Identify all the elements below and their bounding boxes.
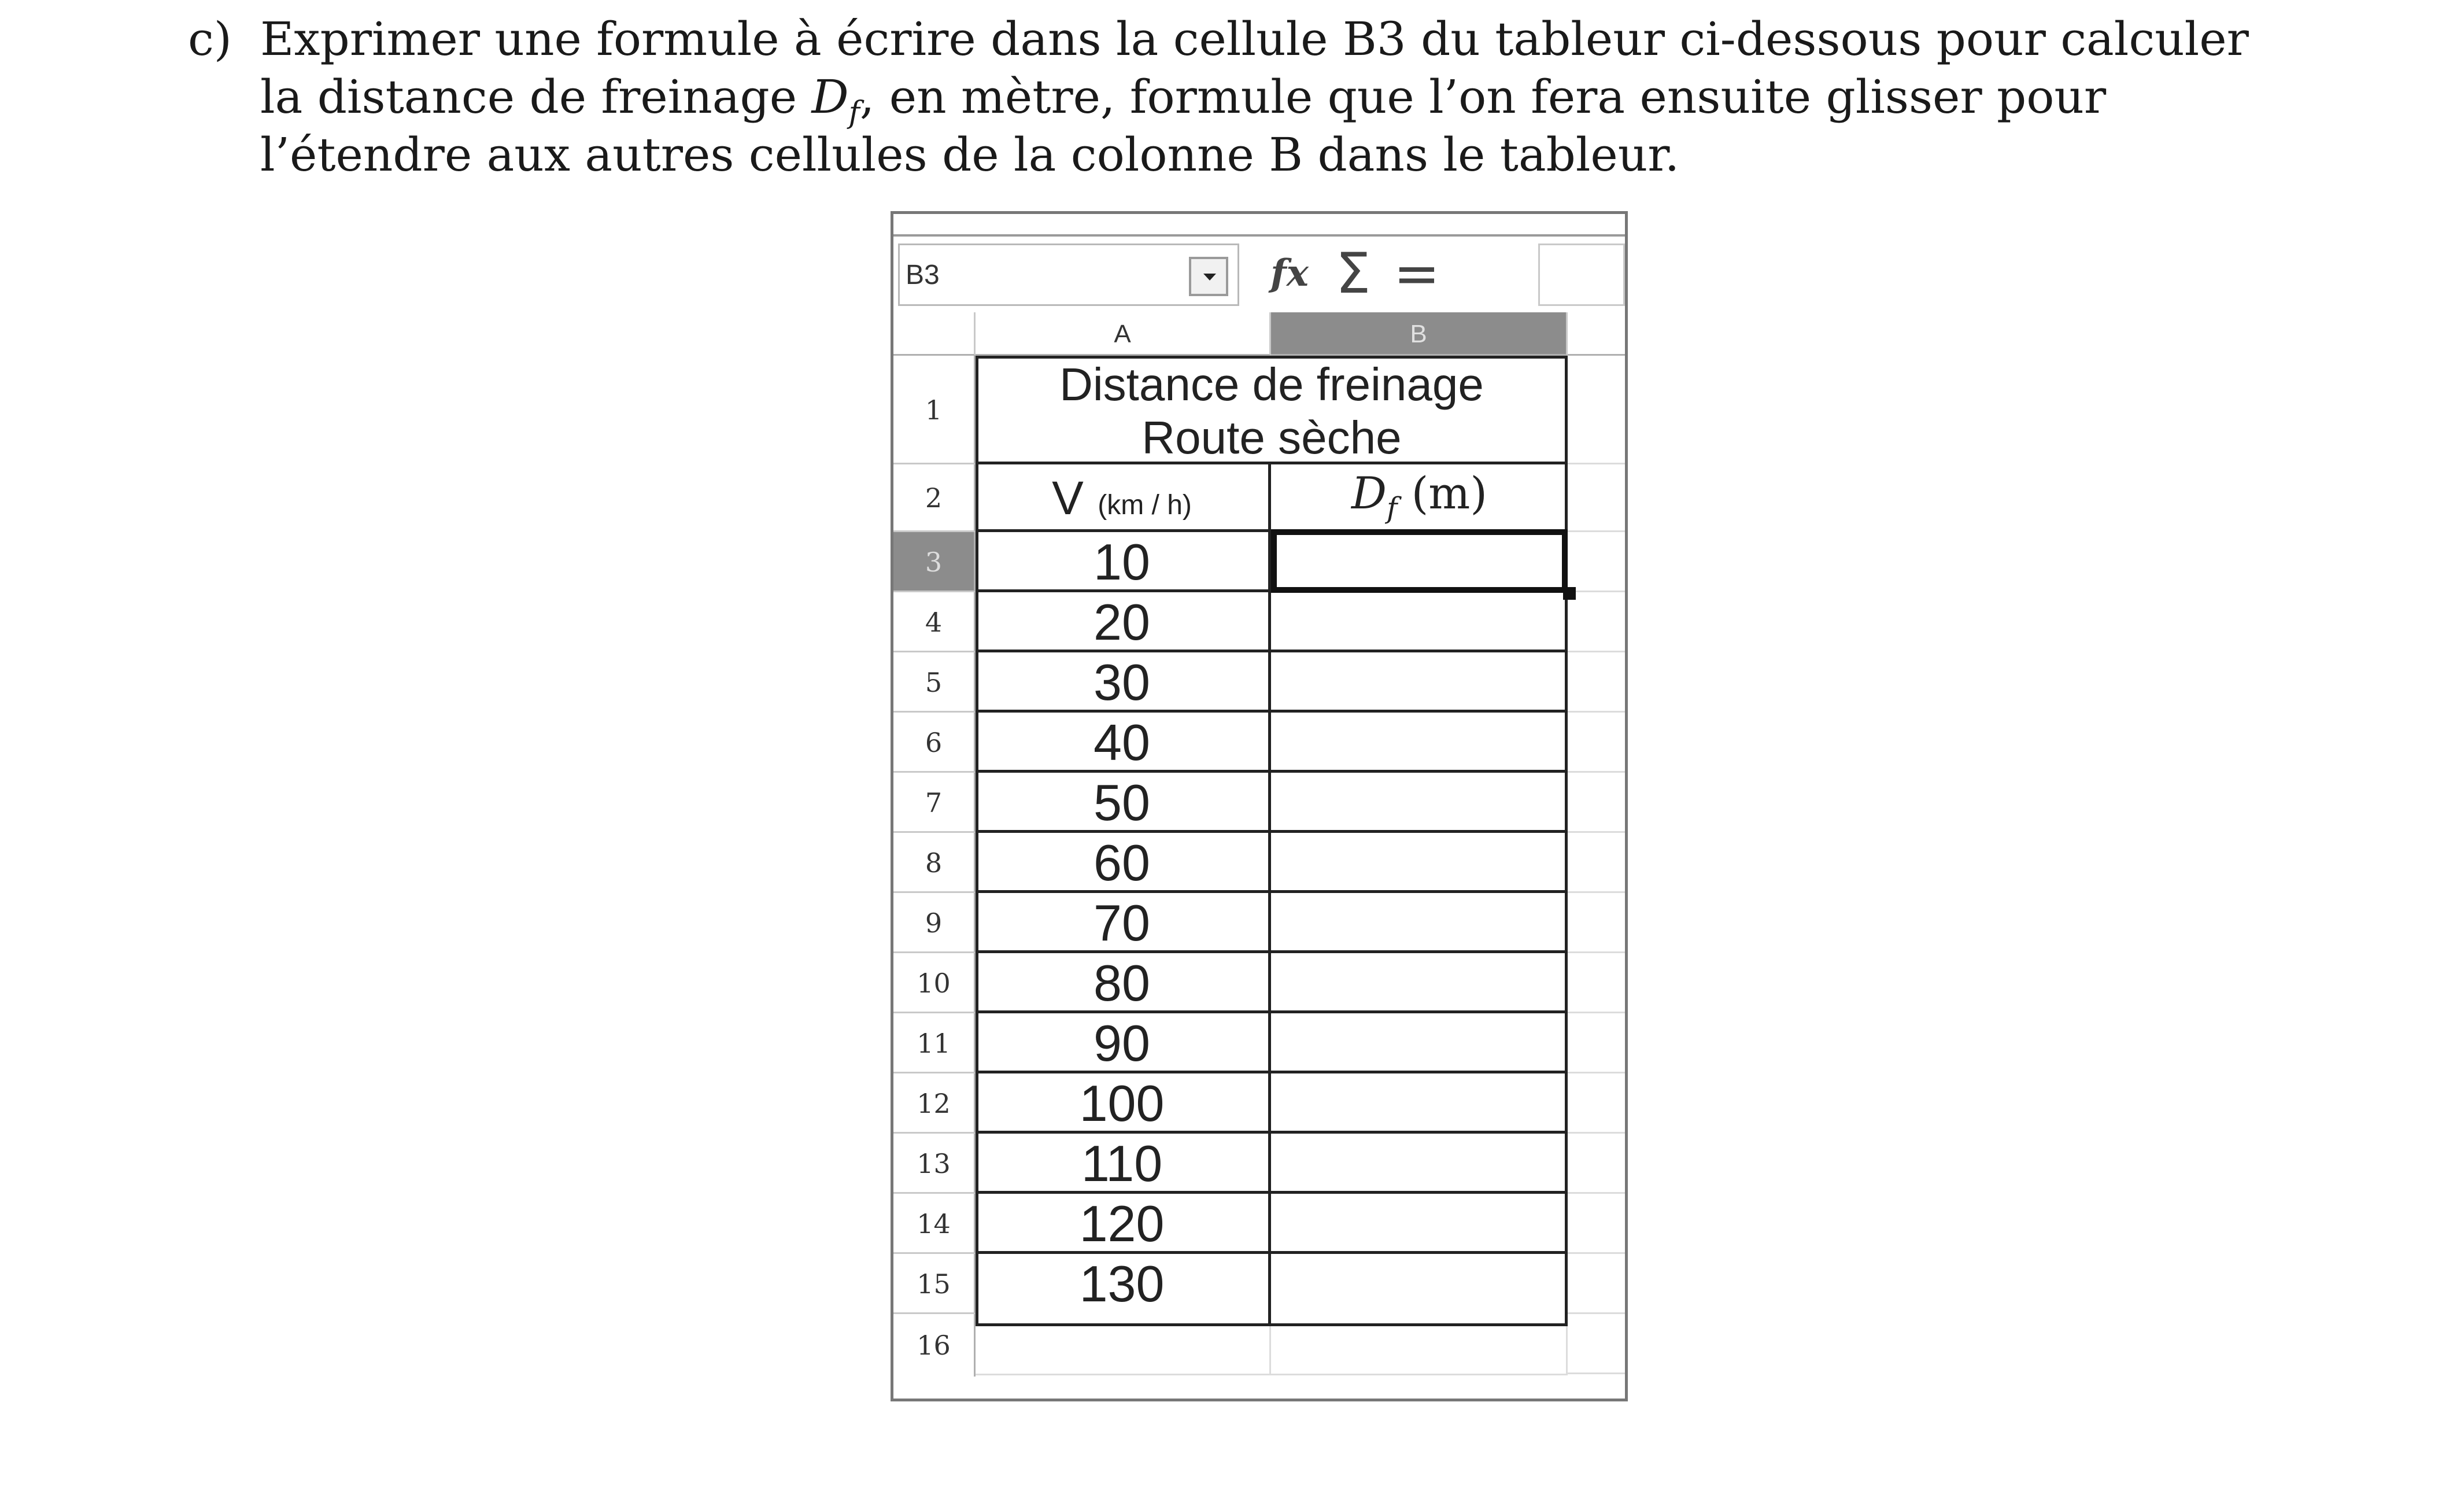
header-distance-cell[interactable]: Df (m) <box>1271 464 1568 532</box>
row-header[interactable]: 5 <box>893 652 976 713</box>
column-header-a[interactable]: A <box>976 312 1271 356</box>
table-title[interactable]: Distance de freinage Route sèche <box>976 356 1568 464</box>
name-box-value: B3 <box>906 260 940 290</box>
distance-cell[interactable] <box>1271 893 1568 953</box>
speed-cell[interactable]: 70 <box>976 893 1271 953</box>
speed-cell[interactable]: 30 <box>976 652 1271 713</box>
row-header[interactable]: 16 <box>893 1314 976 1377</box>
active-cell-cursor[interactable] <box>1271 529 1568 593</box>
distance-cell[interactable] <box>1271 773 1568 833</box>
row-header[interactable]: 7 <box>893 773 976 833</box>
table-title-line1: Distance de freinage <box>1059 359 1484 410</box>
row-header[interactable]: 6 <box>893 713 976 773</box>
speed-cell[interactable]: 60 <box>976 833 1271 893</box>
speed-cell[interactable]: 50 <box>976 773 1271 833</box>
distance-cell[interactable] <box>1271 713 1568 773</box>
row-header[interactable]: 2 <box>893 464 976 532</box>
function-wizard-icon[interactable]: fx <box>1261 245 1318 302</box>
row-header[interactable]: 9 <box>893 893 976 953</box>
row-header[interactable]: 13 <box>893 1134 976 1194</box>
row-header[interactable]: 15 <box>893 1254 976 1314</box>
df-symbol: Df <box>811 70 860 130</box>
chevron-down-icon[interactable] <box>1189 257 1228 296</box>
distance-cell[interactable] <box>1271 1013 1568 1073</box>
speed-cell[interactable]: 90 <box>976 1013 1271 1073</box>
distance-cell[interactable] <box>1271 1254 1568 1326</box>
row-header[interactable]: 4 <box>893 592 976 652</box>
header-speed-cell[interactable]: V (km / h) <box>976 464 1271 532</box>
speed-cell[interactable]: 130 <box>976 1254 1271 1326</box>
distance-cell[interactable] <box>1271 1134 1568 1194</box>
distance-cell[interactable] <box>1271 1194 1568 1254</box>
name-box[interactable]: B3 <box>898 243 1239 306</box>
speed-cell[interactable]: 10 <box>976 532 1271 592</box>
distance-cell[interactable] <box>1271 833 1568 893</box>
formula-equals-icon[interactable]: = <box>1391 245 1443 302</box>
row-header[interactable]: 10 <box>893 953 976 1013</box>
row-header[interactable]: 1 <box>893 356 976 464</box>
formula-bar: B3 fx Σ = <box>893 234 1625 315</box>
formula-input[interactable] <box>1538 243 1625 306</box>
row-header-selected[interactable]: 3 <box>893 532 976 592</box>
distance-cell[interactable] <box>1271 652 1568 713</box>
sum-icon[interactable]: Σ <box>1327 245 1379 302</box>
speed-cell[interactable]: 20 <box>976 592 1271 652</box>
distance-cell[interactable] <box>1271 592 1568 652</box>
question-text: Exprimer une formule à écrire dans la ce… <box>260 10 2296 184</box>
row-header[interactable]: 12 <box>893 1073 976 1134</box>
column-header-b[interactable]: B <box>1271 312 1568 356</box>
corner-cell[interactable] <box>893 312 976 356</box>
distance-cell[interactable] <box>1271 1073 1568 1134</box>
speed-cell[interactable]: 80 <box>976 953 1271 1013</box>
speed-cell[interactable]: 100 <box>976 1073 1271 1134</box>
speed-cell[interactable]: 40 <box>976 713 1271 773</box>
header-distance-unit: (m) <box>1411 467 1487 519</box>
column-header-c[interactable] <box>1568 312 1625 356</box>
row-header[interactable]: 14 <box>893 1194 976 1254</box>
fill-handle[interactable] <box>1563 587 1576 600</box>
speed-cell[interactable]: 110 <box>976 1134 1271 1194</box>
header-speed-symbol: V <box>1052 472 1084 525</box>
df-symbol: Df <box>1351 467 1398 525</box>
spreadsheet-screenshot: B3 fx Σ = A B 1 2 3 4 5 6 7 8 9 10 11 12… <box>882 211 1631 1403</box>
question-letter: c) <box>188 12 232 66</box>
distance-cell[interactable] <box>1271 953 1568 1013</box>
table-title-line2: Route sèche <box>1142 412 1402 463</box>
speed-cell[interactable]: 120 <box>976 1194 1271 1254</box>
row-header[interactable]: 8 <box>893 833 976 893</box>
header-speed-unit: (km / h) <box>1098 490 1192 521</box>
row-header[interactable]: 11 <box>893 1013 976 1073</box>
